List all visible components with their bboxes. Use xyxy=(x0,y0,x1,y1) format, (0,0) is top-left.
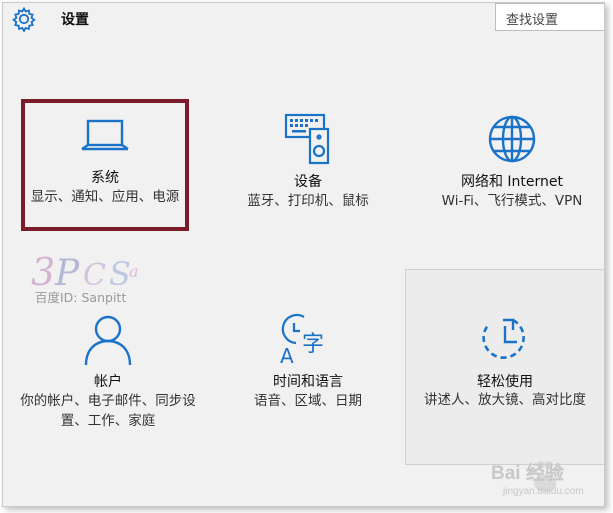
tile-devices[interactable]: 设备 蓝牙、打印机、鼠标 xyxy=(213,103,403,278)
baidu-brand: Bai 经验 xyxy=(491,463,564,484)
svg-text:a: a xyxy=(129,262,139,281)
tile-description: 语音、区域、日期 xyxy=(254,393,362,409)
tile-network[interactable]: 网络和 Internet Wi-Fi、飞行模式、VPN xyxy=(417,103,604,278)
baidu-site: jingyan.baidu.com xyxy=(503,486,584,497)
ease-of-access-icon xyxy=(482,318,525,359)
tile-name: 时间和语言 xyxy=(273,374,343,390)
globe-icon xyxy=(488,115,536,163)
watermark-caption: 百度ID: Sanpitt xyxy=(35,290,127,305)
tile-ease-of-access[interactable]: 轻松使用 讲述人、放大镜、高对比度 xyxy=(405,269,604,465)
tile-name: 设备 xyxy=(294,174,322,190)
tile-description: Wi-Fi、飞行模式、VPN xyxy=(441,193,583,209)
tile-name: 帐户 xyxy=(94,374,122,390)
tile-description: 显示、通知、应用、电源 xyxy=(30,189,180,205)
hanzi-glyph: 字 xyxy=(302,332,324,357)
person-icon xyxy=(84,315,132,366)
tile-system[interactable]: 系统 显示、通知、应用、电源 xyxy=(21,99,189,231)
laptop-icon xyxy=(81,119,129,151)
tile-time-language[interactable]: A 字 时间和语言 语音、区域、日期 xyxy=(213,303,403,478)
search-input[interactable]: 查找设置 xyxy=(495,3,604,31)
tile-accounts[interactable]: 帐户 你的帐户、电子邮件、同步设置、工作、家庭 xyxy=(13,303,203,478)
devices-icon xyxy=(284,113,330,165)
settings-window: 设置 查找设置 系统 显示、通知、应用、电源 设备 蓝牙、打印机、鼠标 网络和 … xyxy=(2,2,605,507)
tile-name: 轻松使用 xyxy=(477,374,533,390)
tile-description: 讲述人、放大镜、高对比度 xyxy=(424,392,586,408)
tile-name: 系统 xyxy=(91,170,119,186)
tile-description: 蓝牙、打印机、鼠标 xyxy=(247,193,369,209)
search-placeholder: 查找设置 xyxy=(506,13,559,28)
clock-language-icon: A 字 xyxy=(280,313,324,367)
letter-a-glyph: A xyxy=(280,344,294,367)
gear-icon[interactable] xyxy=(11,6,37,32)
header: 设置 查找设置 xyxy=(3,3,604,39)
page-title: 设置 xyxy=(61,12,89,28)
tile-description: 你的帐户、电子邮件、同步设置、工作、家庭 xyxy=(20,393,196,429)
tile-name: 网络和 Internet xyxy=(460,174,564,190)
